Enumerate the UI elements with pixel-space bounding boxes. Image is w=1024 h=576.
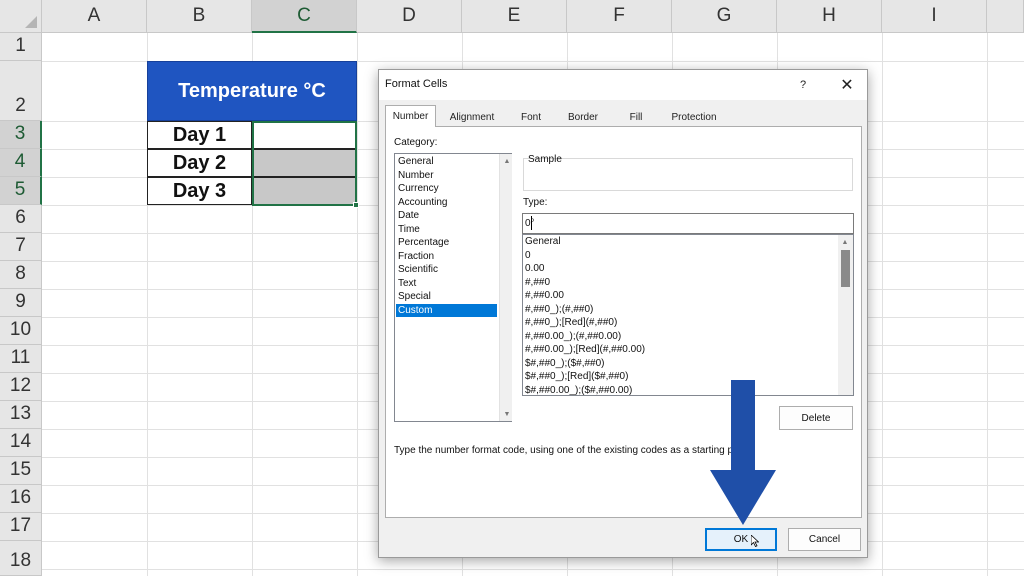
format-item[interactable]: #,##0_);[Red](#,##0): [525, 316, 617, 330]
category-scrollbar[interactable]: ▲ ▼: [499, 154, 512, 421]
format-item[interactable]: $#,##0.00_);($#,##0.00): [525, 384, 632, 396]
tab-fill[interactable]: Fill: [619, 107, 653, 127]
column-header-e[interactable]: E: [462, 0, 567, 33]
category-item[interactable]: Fraction: [396, 250, 497, 264]
category-label: Category:: [394, 137, 438, 148]
format-type-list[interactable]: General 0 0.00 #,##0 #,##0.00 #,##0_);(#…: [522, 234, 854, 396]
text-caret: [531, 216, 532, 230]
row-header-16[interactable]: 16: [0, 485, 42, 513]
format-cells-dialog: Format Cells ? ✕ Number Alignment Font B…: [378, 69, 868, 558]
category-item-custom[interactable]: Custom: [396, 303, 497, 317]
column-header-h[interactable]: H: [777, 0, 882, 33]
sample-box: [523, 158, 853, 191]
type-label: Type:: [523, 197, 548, 208]
tab-font[interactable]: Font: [510, 107, 552, 127]
format-item[interactable]: #,##0: [525, 276, 550, 290]
type-input[interactable]: [522, 213, 854, 234]
format-item[interactable]: #,##0.00_);(#,##0.00): [525, 330, 621, 344]
row-header-3[interactable]: 3: [0, 121, 42, 149]
cell-day-1[interactable]: Day 1: [147, 121, 252, 149]
tab-border[interactable]: Border: [559, 107, 607, 127]
format-item[interactable]: 0: [525, 249, 531, 263]
row-header-9[interactable]: 9: [0, 289, 42, 317]
category-item[interactable]: Percentage: [396, 236, 497, 250]
category-item[interactable]: Date: [396, 209, 497, 223]
scroll-down-icon[interactable]: ▼: [500, 407, 514, 421]
category-item[interactable]: Accounting: [396, 196, 497, 210]
row-header-1[interactable]: 1: [0, 33, 42, 61]
category-item[interactable]: Text: [396, 277, 497, 291]
row-header-11[interactable]: 11: [0, 345, 42, 373]
mouse-cursor-icon: [751, 535, 759, 547]
format-item[interactable]: #,##0.00_);[Red](#,##0.00): [525, 343, 645, 357]
row-header-18[interactable]: 18: [0, 541, 42, 576]
help-button[interactable]: ?: [791, 75, 815, 95]
row-header-15[interactable]: 15: [0, 457, 42, 485]
fill-handle[interactable]: [353, 202, 359, 208]
row-header-6[interactable]: 6: [0, 205, 42, 233]
row-header-12[interactable]: 12: [0, 373, 42, 401]
column-header-c[interactable]: C: [252, 0, 357, 33]
format-item[interactable]: #,##0_);(#,##0): [525, 303, 593, 317]
category-item[interactable]: Number: [396, 169, 497, 183]
column-header-d[interactable]: D: [357, 0, 462, 33]
tab-alignment[interactable]: Alignment: [441, 107, 503, 127]
format-item[interactable]: $#,##0_);($#,##0): [525, 357, 605, 371]
column-header-a[interactable]: A: [42, 0, 147, 33]
format-item[interactable]: #,##0.00: [525, 289, 564, 303]
down-arrow-icon: [710, 380, 776, 525]
row-header-8[interactable]: 8: [0, 261, 42, 289]
category-list[interactable]: General Number Currency Accounting Date …: [394, 153, 512, 422]
column-header-g[interactable]: G: [672, 0, 777, 33]
excel-window: A B C D E F G H I 1 2 3 4 5 6 7 8 9 10 1…: [0, 0, 1024, 576]
ok-button[interactable]: OK: [705, 528, 777, 551]
scrollbar-thumb[interactable]: [841, 250, 850, 287]
format-item[interactable]: 0.00: [525, 262, 544, 276]
cell-day-2[interactable]: Day 2: [147, 149, 252, 177]
cell-day-3[interactable]: Day 3: [147, 177, 252, 205]
row-header-13[interactable]: 13: [0, 401, 42, 429]
temperature-header-cell[interactable]: Temperature °C: [147, 61, 357, 121]
row-header-10[interactable]: 10: [0, 317, 42, 345]
column-header-j[interactable]: [987, 0, 1024, 33]
scroll-up-icon[interactable]: ▲: [500, 154, 514, 168]
tab-protection[interactable]: Protection: [663, 107, 725, 127]
column-header-i[interactable]: I: [882, 0, 987, 33]
sample-label: Sample: [528, 154, 562, 165]
category-item[interactable]: Time: [396, 223, 497, 237]
row-header-4[interactable]: 4: [0, 149, 42, 177]
row-header-2[interactable]: 2: [0, 61, 42, 121]
scroll-up-icon[interactable]: ▲: [838, 235, 852, 249]
row-header-14[interactable]: 14: [0, 429, 42, 457]
selection-border: [252, 121, 357, 206]
format-item[interactable]: General: [525, 235, 561, 249]
tab-number[interactable]: Number: [385, 105, 436, 127]
format-item[interactable]: $#,##0_);[Red]($#,##0): [525, 370, 628, 384]
row-header-7[interactable]: 7: [0, 233, 42, 261]
close-icon: ✕: [840, 77, 854, 94]
category-item[interactable]: Special: [396, 290, 497, 304]
row-header-17[interactable]: 17: [0, 513, 42, 541]
hint-text: Type the number format code, using one o…: [394, 445, 734, 456]
category-item[interactable]: Currency: [396, 182, 497, 196]
cancel-button[interactable]: Cancel: [788, 528, 861, 551]
delete-button[interactable]: Delete: [779, 406, 853, 430]
column-header-f[interactable]: F: [567, 0, 672, 33]
row-header-5[interactable]: 5: [0, 177, 42, 205]
category-item[interactable]: Scientific: [396, 263, 497, 277]
dialog-titlebar[interactable]: Format Cells ? ✕: [379, 70, 867, 100]
category-item[interactable]: General: [396, 155, 497, 169]
select-all-corner[interactable]: [0, 0, 42, 33]
dialog-title: Format Cells: [385, 78, 448, 90]
column-header-b[interactable]: B: [147, 0, 252, 33]
close-button[interactable]: ✕: [834, 74, 860, 96]
